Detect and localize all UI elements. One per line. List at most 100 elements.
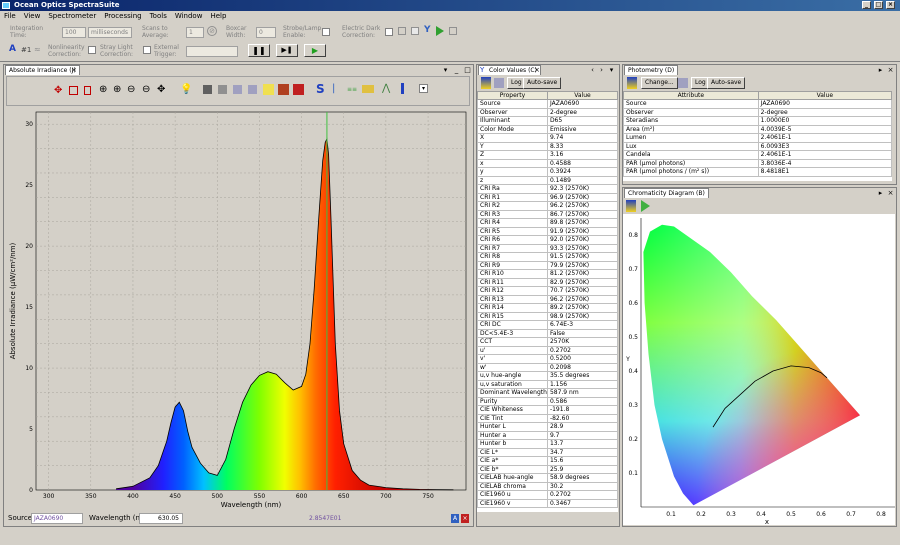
table-row[interactable]: Y 8.33 [477,141,618,151]
nonlinearity-checkbox[interactable] [88,46,96,54]
color-panel-left-icon[interactable]: ‹ [588,66,597,75]
reset-icon[interactable]: ⊘ [207,26,217,36]
scope-mode-icon[interactable]: S [316,82,325,96]
table-row[interactable]: CIE Whiteness -191.8 [477,405,618,415]
table-row[interactable]: CRI R8 91.5 (2570K) [477,252,618,262]
panel-menu-icon[interactable]: ▾ [441,66,450,75]
delete-icon[interactable] [293,84,304,95]
table-row[interactable]: u,v hue-angle 35.5 degrees [477,371,618,381]
table-row[interactable]: Illuminant D65 [477,116,618,126]
menu-view[interactable]: View [24,11,41,22]
play-button[interactable]: ▶ [304,44,326,57]
menu-tools[interactable]: Tools [150,11,167,22]
table-row[interactable]: CRI DC 6.74E-3 [477,320,618,330]
table-row[interactable]: z 0.1489 [477,175,618,185]
copy-icon[interactable] [233,85,242,94]
panel-maximize-icon[interactable]: □ [463,66,472,75]
column-header-property[interactable]: Property [477,91,548,100]
save-icon[interactable] [203,85,212,94]
font-a-icon[interactable]: A [9,44,16,54]
tab-color-values[interactable]: Color Values (C) [478,65,541,75]
table-row[interactable]: y 0.3924 [477,167,618,177]
table-row[interactable]: CRI R9 79.9 (2570K) [477,260,618,270]
table-row[interactable]: CIELAB hue-angle 58.9 degrees [477,473,618,483]
integration-unit-select[interactable]: milliseconds [88,27,132,38]
bar-icon[interactable] [401,83,404,94]
chromaticity-play-icon[interactable] [641,200,650,212]
table-row[interactable]: Area (m²) 4.0039E-5 [623,124,892,134]
boxcar-width-input[interactable]: 0 [256,27,276,38]
photometry-chart-icon[interactable] [627,77,637,89]
table-row[interactable]: CRI R14 89.2 (2570K) [477,303,618,313]
electric-dark-checkbox[interactable] [385,28,393,36]
menu-spectrometer[interactable]: Spectrometer [48,11,96,22]
table-row[interactable]: CRI R1 96.9 (2570K) [477,192,618,202]
table-row[interactable]: Source JAZA0690 [623,99,892,109]
table-row[interactable]: Z 3.16 [477,150,618,160]
photometry-change-button[interactable]: Change... [641,77,678,89]
table-row[interactable]: CIE b* 25.9 [477,464,618,474]
photometry-panel-close-icon[interactable]: × [886,66,895,75]
table-row[interactable]: CRI R15 98.9 (2570K) [477,311,618,321]
stray-light-checkbox[interactable] [143,46,151,54]
data-icon[interactable]: ≡≡ [347,86,357,93]
minimize-button[interactable]: _ [862,1,871,9]
pause-button[interactable]: ❚❚ [248,44,270,57]
table-row[interactable]: PAR (µmol photons / (m² s)) 8.4818E1 [623,167,892,177]
tab-photometry[interactable]: Photometry (D) [624,65,679,75]
table-row[interactable]: CIE1960 v 0.3467 [477,498,618,508]
table-row[interactable]: DC<5.4E-3 False [477,328,618,338]
table-row[interactable]: CRI R12 70.7 (2570K) [477,286,618,296]
table-row[interactable]: w' 0.2098 [477,362,618,372]
scans-to-average-input[interactable]: 1 [186,27,204,38]
maximize-button[interactable]: □ [874,1,883,9]
chromaticity-diagram[interactable]: 0.1 0.2 0.3 0.4 0.5 0.6 0.7 0.8 0.1 0.2 0.3 0.4 0.5… [623,214,895,525]
table-row[interactable]: CRI R13 96.2 (2570K) [477,294,618,304]
pan-icon[interactable]: ✥ [157,84,165,95]
table-row[interactable]: Observer 2-degree [623,107,892,117]
table-row[interactable]: Purity 0.586 [477,396,618,406]
toolbar-dropdown-icon[interactable]: ▾ [419,84,428,93]
table-row[interactable]: Observer 2-degree [477,107,618,117]
color-panel-menu-icon[interactable]: ▾ [607,66,616,75]
color-chart-icon[interactable] [481,77,491,89]
table-row[interactable]: Source JAZA0690 [477,99,618,109]
table-row[interactable]: CRI R3 86.7 (2570K) [477,209,618,219]
tab-absolute-irradiance[interactable]: Absolute Irradiance (J) [5,65,80,75]
table-row[interactable]: CIELAB chroma 30.2 [477,481,618,491]
menu-processing[interactable]: Processing [104,11,141,22]
table-row[interactable]: CRI R6 92.0 (2570K) [477,235,618,245]
source-select[interactable]: JAZA0690 [31,513,83,524]
table-row[interactable]: CIE a* 15.6 [477,456,618,466]
table-row[interactable]: CRI R2 96.2 (2570K) [477,201,618,211]
overlay-icon[interactable] [263,84,274,95]
panel-minimize-icon[interactable]: _ [452,66,461,75]
chromaticity-chart-icon[interactable] [626,200,636,212]
table-row[interactable]: Dominant Wavelength 587.9 nm [477,388,618,398]
table-row[interactable]: CIE L* 34.7 [477,447,618,457]
export-icon[interactable] [278,84,289,95]
table-row[interactable]: Hunter L 28.9 [477,422,618,432]
zoom-in-icon[interactable]: ⊕ [99,84,107,95]
photometry-autosave-button[interactable]: Auto-save [707,77,746,89]
photometry-panel-menu-icon[interactable]: ▸ [876,66,885,75]
filter-icon[interactable]: Y [424,25,431,35]
chromaticity-panel-close-icon[interactable]: × [886,189,895,198]
photometry-copy-icon[interactable] [678,78,688,88]
settings-icon[interactable] [449,27,457,35]
table-row[interactable]: u,v saturation 1.156 [477,379,618,389]
table-row[interactable]: CIE Tint -82.60 [477,413,618,423]
table-icon[interactable] [411,27,419,35]
table-row[interactable]: CIE1960 u 0.2702 [477,490,618,500]
divider-icon[interactable]: | [332,83,335,94]
zoom-vertical-icon[interactable] [84,86,91,95]
table-row[interactable]: Color Mode Emissive [477,124,618,134]
peak-icon[interactable]: ⋀ [382,83,390,94]
strobe-lamp-checkbox[interactable] [322,28,330,36]
annotation-icon[interactable]: A [451,514,459,523]
color-autosave-button[interactable]: Auto-save [523,77,562,89]
menu-window[interactable]: Window [175,11,203,22]
step-button[interactable]: ▶❚ [276,44,298,57]
table-row[interactable]: PAR (µmol photons) 3.8036E-4 [623,158,892,168]
crosshair-icon[interactable]: ✥ [54,85,62,96]
